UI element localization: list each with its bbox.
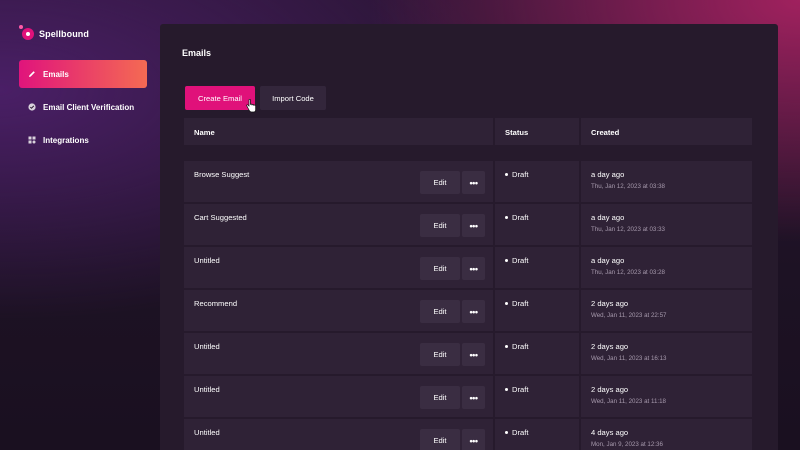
sidebar-item-label: Email Client Verification — [43, 102, 135, 112]
created-timestamp: Wed, Jan 11, 2023 at 16:13 — [591, 355, 667, 362]
status-badge: Draft — [505, 256, 528, 265]
created-timestamp: Thu, Jan 12, 2023 at 03:33 — [591, 226, 665, 233]
sidebar-nav: Emails Email Client Verification Integra… — [19, 60, 147, 159]
edit-button[interactable]: Edit — [420, 386, 460, 409]
email-name[interactable]: Browse Suggest — [194, 170, 249, 179]
created-relative: 2 days ago — [591, 385, 629, 394]
grid-icon — [28, 136, 36, 144]
email-name[interactable]: Cart Suggested — [194, 213, 247, 222]
edit-button[interactable]: Edit — [420, 429, 460, 450]
more-options-icon[interactable]: ••• — [462, 214, 485, 237]
status-badge: Draft — [505, 385, 528, 394]
created-relative: a day ago — [591, 170, 625, 179]
email-name[interactable]: Untitled — [194, 256, 220, 265]
email-name[interactable]: Untitled — [194, 342, 220, 351]
created-timestamp: Thu, Jan 12, 2023 at 03:38 — [591, 183, 665, 190]
status-dot-icon — [505, 259, 508, 262]
brand-logo[interactable]: Spellbound — [19, 25, 89, 40]
more-options-icon[interactable]: ••• — [462, 343, 485, 366]
sidebar-item-label: Integrations — [43, 135, 89, 145]
table-row[interactable]: Untitled Edit ••• Draft 4 days ago Mon, J… — [184, 419, 752, 450]
email-name[interactable]: Untitled — [194, 428, 220, 437]
status-badge: Draft — [505, 342, 528, 351]
status-badge: Draft — [505, 170, 528, 179]
more-options-icon[interactable]: ••• — [462, 386, 485, 409]
table-row[interactable]: Recommend Edit ••• Draft 2 days ago Wed, … — [184, 290, 752, 333]
status-badge: Draft — [505, 299, 528, 308]
status-badge: Draft — [505, 428, 528, 437]
column-header-created[interactable]: Created — [591, 128, 619, 137]
page-title: Emails — [182, 48, 212, 58]
more-options-icon[interactable]: ••• — [462, 257, 485, 280]
table-row[interactable]: Untitled Edit ••• Draft 2 days ago Wed, J… — [184, 333, 752, 376]
edit-button[interactable]: Edit — [420, 300, 460, 323]
status-dot-icon — [505, 173, 508, 176]
more-options-icon[interactable]: ••• — [462, 429, 485, 450]
created-relative: 2 days ago — [591, 342, 629, 351]
emails-panel: Emails Create Email Import Code Name Sta… — [160, 24, 778, 450]
spellbound-logo-icon — [19, 25, 34, 40]
created-relative: a day ago — [591, 213, 625, 222]
status-dot-icon — [505, 431, 508, 434]
check-circle-icon — [28, 103, 36, 111]
created-timestamp: Wed, Jan 11, 2023 at 11:18 — [591, 398, 666, 405]
sidebar-item-integrations[interactable]: Integrations — [19, 126, 147, 154]
more-options-icon[interactable]: ••• — [462, 171, 485, 194]
edit-button[interactable]: Edit — [420, 257, 460, 280]
created-relative: a day ago — [591, 256, 625, 265]
created-timestamp: Wed, Jan 11, 2023 at 22:57 — [591, 312, 667, 319]
table-row[interactable]: Cart Suggested Edit ••• Draft a day ago T… — [184, 204, 752, 247]
sidebar-item-email-client-verification[interactable]: Email Client Verification — [19, 93, 147, 121]
status-dot-icon — [505, 302, 508, 305]
hand-cursor-icon — [246, 99, 256, 113]
created-relative: 2 days ago — [591, 299, 629, 308]
status-dot-icon — [505, 345, 508, 348]
sidebar-item-emails[interactable]: Emails — [19, 60, 147, 88]
status-badge: Draft — [505, 213, 528, 222]
emails-table: Name Status Created Browse Suggest Edit … — [184, 118, 752, 450]
import-code-button[interactable]: Import Code — [260, 86, 326, 110]
table-row[interactable]: Untitled Edit ••• Draft 2 days ago Wed, J… — [184, 376, 752, 419]
created-timestamp: Thu, Jan 12, 2023 at 03:28 — [591, 269, 665, 276]
created-relative: 4 days ago — [591, 428, 629, 437]
column-header-status[interactable]: Status — [505, 128, 528, 137]
status-dot-icon — [505, 216, 508, 219]
status-dot-icon — [505, 388, 508, 391]
column-header-name[interactable]: Name — [194, 128, 215, 137]
email-name[interactable]: Untitled — [194, 385, 220, 394]
table-header-row: Name Status Created — [184, 118, 752, 161]
edit-button[interactable]: Edit — [420, 214, 460, 237]
edit-button[interactable]: Edit — [420, 343, 460, 366]
email-name[interactable]: Recommend — [194, 299, 237, 308]
brand-name: Spellbound — [39, 29, 89, 39]
table-row[interactable]: Browse Suggest Edit ••• Draft a day ago T… — [184, 161, 752, 204]
edit-button[interactable]: Edit — [420, 171, 460, 194]
pencil-icon — [28, 70, 36, 78]
created-timestamp: Mon, Jan 9, 2023 at 12:36 — [591, 441, 663, 448]
more-options-icon[interactable]: ••• — [462, 300, 485, 323]
table-row[interactable]: Untitled Edit ••• Draft a day ago Thu, Ja… — [184, 247, 752, 290]
sidebar-item-label: Emails — [43, 69, 69, 79]
